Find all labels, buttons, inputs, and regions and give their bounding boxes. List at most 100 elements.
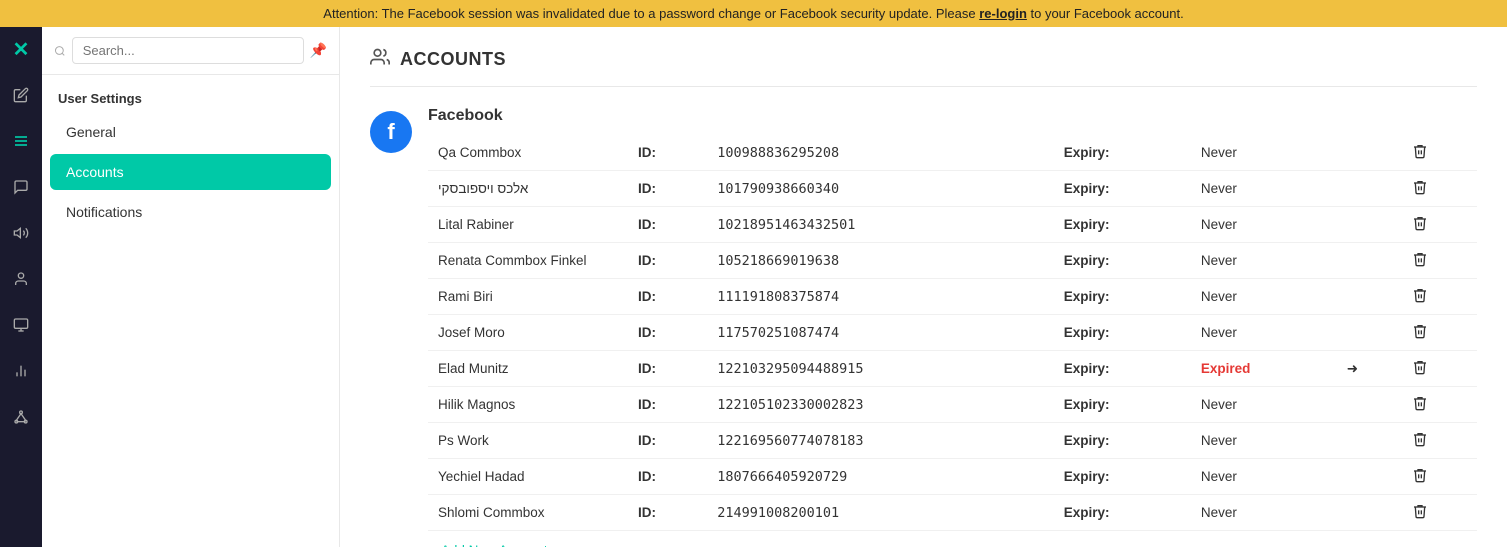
- icon-nav: ✕: [0, 27, 42, 547]
- expiry-label: Expiry:: [1054, 351, 1191, 387]
- expiry-label: Expiry:: [1054, 207, 1191, 243]
- banner-text-after: to your Facebook account.: [1027, 6, 1184, 21]
- expiry-value: Never: [1191, 423, 1337, 459]
- delete-icon[interactable]: [1402, 423, 1477, 459]
- expiry-value: Never: [1191, 171, 1337, 207]
- expiry-value: Never: [1191, 315, 1337, 351]
- network-icon[interactable]: [7, 403, 35, 431]
- id-label: ID:: [628, 243, 707, 279]
- delete-icon[interactable]: [1402, 243, 1477, 279]
- accounts-table: Qa Commbox ID: 100988836295208 Expiry: N…: [428, 135, 1477, 531]
- megaphone-icon[interactable]: [7, 219, 35, 247]
- account-name: Shlomi Commbox: [428, 495, 628, 531]
- account-id: 10218951463432501: [707, 207, 1054, 243]
- monitor-icon[interactable]: [7, 311, 35, 339]
- sidebar: 📌 User Settings General Accounts Notific…: [42, 27, 340, 547]
- id-label: ID:: [628, 315, 707, 351]
- menu-icon[interactable]: [7, 127, 35, 155]
- relogin-icon[interactable]: ➜: [1337, 351, 1402, 387]
- account-name: Hilik Magnos: [428, 387, 628, 423]
- delete-icon[interactable]: [1402, 135, 1477, 171]
- add-account-button[interactable]: + Add New Account: [428, 537, 549, 547]
- sidebar-item-general[interactable]: General: [50, 114, 331, 150]
- empty-cell: [1337, 207, 1402, 243]
- account-id: 101790938660340: [707, 171, 1054, 207]
- empty-cell: [1337, 423, 1402, 459]
- app-body: ✕ 📌 User Settings: [0, 27, 1507, 547]
- expiry-value: Expired: [1191, 351, 1337, 387]
- delete-icon[interactable]: [1402, 315, 1477, 351]
- facebook-title: Facebook: [428, 107, 1477, 125]
- account-name: Yechiel Hadad: [428, 459, 628, 495]
- id-label: ID:: [628, 135, 707, 171]
- edit-icon[interactable]: [7, 81, 35, 109]
- search-input[interactable]: [72, 37, 304, 64]
- expiry-label: Expiry:: [1054, 459, 1191, 495]
- id-label: ID:: [628, 279, 707, 315]
- id-label: ID:: [628, 387, 707, 423]
- delete-icon[interactable]: [1402, 459, 1477, 495]
- chart-icon[interactable]: [7, 357, 35, 385]
- expiry-label: Expiry:: [1054, 135, 1191, 171]
- attention-banner: Attention: The Facebook session was inva…: [0, 0, 1507, 27]
- delete-icon[interactable]: [1402, 387, 1477, 423]
- id-label: ID:: [628, 423, 707, 459]
- account-id: 100988836295208: [707, 135, 1054, 171]
- app-logo[interactable]: ✕: [7, 35, 35, 63]
- facebook-section: f Facebook Qa Commbox ID: 10098883629520…: [370, 107, 1477, 547]
- table-row: Rami Biri ID: 111191808375874 Expiry: Ne…: [428, 279, 1477, 315]
- table-row: אלכס ויספובסקי ID: 101790938660340 Expir…: [428, 171, 1477, 207]
- account-id: 214991008200101: [707, 495, 1054, 531]
- delete-icon[interactable]: [1402, 171, 1477, 207]
- facebook-icon: f: [370, 111, 412, 153]
- id-label: ID:: [628, 351, 707, 387]
- empty-cell: [1337, 495, 1402, 531]
- table-row: Renata Commbox Finkel ID: 10521866901963…: [428, 243, 1477, 279]
- delete-icon[interactable]: [1402, 351, 1477, 387]
- expiry-label: Expiry:: [1054, 387, 1191, 423]
- delete-icon[interactable]: [1402, 279, 1477, 315]
- expiry-label: Expiry:: [1054, 495, 1191, 531]
- account-name: Elad Munitz: [428, 351, 628, 387]
- empty-cell: [1337, 459, 1402, 495]
- sidebar-item-accounts[interactable]: Accounts: [50, 154, 331, 190]
- pin-icon: 📌: [310, 42, 327, 59]
- account-name: Renata Commbox Finkel: [428, 243, 628, 279]
- table-row: Hilik Magnos ID: 122105102330002823 Expi…: [428, 387, 1477, 423]
- facebook-content: Facebook Qa Commbox ID: 100988836295208 …: [428, 107, 1477, 547]
- expiry-label: Expiry:: [1054, 315, 1191, 351]
- expiry-value: Never: [1191, 135, 1337, 171]
- id-label: ID:: [628, 207, 707, 243]
- account-name: Ps Work: [428, 423, 628, 459]
- expiry-value: Never: [1191, 279, 1337, 315]
- chat-icon[interactable]: [7, 173, 35, 201]
- search-icon: [54, 44, 66, 58]
- table-row: Qa Commbox ID: 100988836295208 Expiry: N…: [428, 135, 1477, 171]
- account-id: 1807666405920729: [707, 459, 1054, 495]
- sidebar-item-notifications[interactable]: Notifications: [50, 194, 331, 230]
- delete-icon[interactable]: [1402, 207, 1477, 243]
- contacts-icon[interactable]: [7, 265, 35, 293]
- table-row: Josef Moro ID: 117570251087474 Expiry: N…: [428, 315, 1477, 351]
- empty-cell: [1337, 135, 1402, 171]
- table-row: Ps Work ID: 122169560774078183 Expiry: N…: [428, 423, 1477, 459]
- page-title: ACCOUNTS: [400, 49, 506, 70]
- main-content: ACCOUNTS f Facebook Qa Commbox ID: 10098…: [340, 27, 1507, 547]
- account-name: Lital Rabiner: [428, 207, 628, 243]
- relogin-link[interactable]: re-login: [979, 6, 1027, 21]
- empty-cell: [1337, 171, 1402, 207]
- empty-cell: [1337, 243, 1402, 279]
- expiry-value: Never: [1191, 207, 1337, 243]
- id-label: ID:: [628, 495, 707, 531]
- account-id: 105218669019638: [707, 243, 1054, 279]
- empty-cell: [1337, 279, 1402, 315]
- delete-icon[interactable]: [1402, 495, 1477, 531]
- expiry-value: Never: [1191, 243, 1337, 279]
- account-id: 122103295094488915: [707, 351, 1054, 387]
- expiry-label: Expiry:: [1054, 171, 1191, 207]
- sidebar-search-bar: 📌: [42, 27, 339, 75]
- id-label: ID:: [628, 171, 707, 207]
- account-id: 117570251087474: [707, 315, 1054, 351]
- account-name: אלכס ויספובסקי: [428, 171, 628, 207]
- expiry-value: Never: [1191, 495, 1337, 531]
